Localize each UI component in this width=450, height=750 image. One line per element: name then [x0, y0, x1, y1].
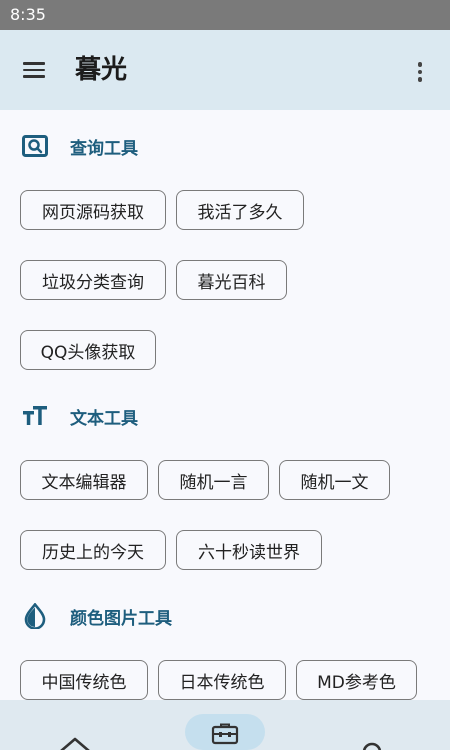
- chip-japanese-colors[interactable]: 日本传统色: [158, 660, 286, 700]
- app-bar: 暮光: [0, 30, 450, 110]
- chip-sixty-seconds-news[interactable]: 六十秒读世界: [176, 530, 322, 570]
- section-title: 查询工具: [70, 138, 138, 159]
- chip-qq-avatar[interactable]: QQ头像获取: [20, 330, 156, 370]
- person-icon[interactable]: [360, 738, 384, 750]
- chip-garbage-sorting[interactable]: 垃圾分类查询: [20, 260, 166, 300]
- section-header-color-image-tools: 颜色图片工具: [20, 601, 172, 631]
- chip-random-article[interactable]: 随机一文: [279, 460, 390, 500]
- tool-list: 查询工具 网页源码获取 我活了多久 垃圾分类查询 暮光百科 QQ头像获取 文本工…: [0, 110, 450, 700]
- status-bar: 8:35: [0, 0, 450, 30]
- section-title: 颜色图片工具: [70, 608, 172, 629]
- chip-today-in-history[interactable]: 历史上的今天: [20, 530, 166, 570]
- color-drop-icon: [20, 601, 50, 631]
- section-title: 文本工具: [70, 408, 138, 429]
- chip-webpage-source[interactable]: 网页源码获取: [20, 190, 166, 230]
- bottom-navigation: [0, 700, 450, 750]
- status-time: 8:35: [10, 5, 46, 24]
- home-icon[interactable]: [58, 736, 92, 750]
- chip-md-colors[interactable]: MD参考色: [296, 660, 417, 700]
- app-title: 暮光: [75, 55, 128, 85]
- menu-icon[interactable]: [16, 52, 52, 88]
- text-size-icon: [20, 401, 50, 431]
- section-header-text-tools: 文本工具: [20, 401, 138, 431]
- chip-text-editor[interactable]: 文本编辑器: [20, 460, 148, 500]
- section-header-query-tools: 查询工具: [20, 131, 138, 161]
- more-vert-icon[interactable]: [402, 54, 438, 90]
- chip-random-quote[interactable]: 随机一言: [158, 460, 269, 500]
- toolbox-icon[interactable]: [211, 722, 239, 750]
- search-image-icon: [20, 131, 50, 161]
- chip-how-long-lived[interactable]: 我活了多久: [176, 190, 304, 230]
- chip-muguang-wiki[interactable]: 暮光百科: [176, 260, 287, 300]
- chip-chinese-colors[interactable]: 中国传统色: [20, 660, 148, 700]
